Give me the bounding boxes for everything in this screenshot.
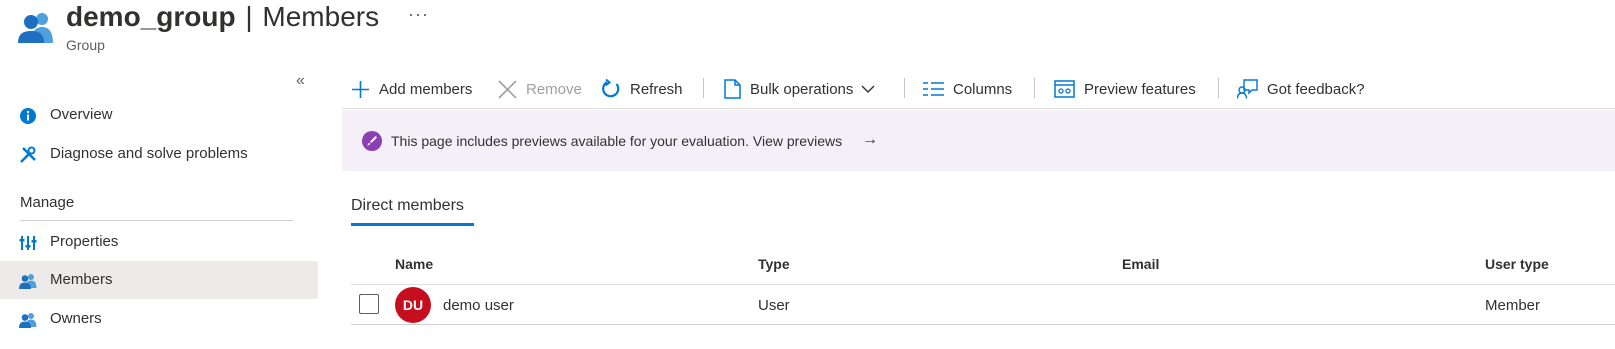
chevron-down-icon — [861, 85, 875, 93]
refresh-button[interactable]: Refresh — [601, 76, 683, 102]
divider — [20, 220, 293, 221]
column-header-email[interactable]: Email — [1122, 256, 1159, 272]
remove-label: Remove — [526, 80, 582, 98]
divider — [351, 324, 1615, 325]
group-icon — [18, 10, 54, 44]
columns-button[interactable]: Columns — [923, 76, 1012, 102]
sidebar-item-label: Owners — [50, 310, 102, 327]
sidebar-item-owners[interactable]: Owners — [0, 300, 318, 338]
sidebar-item-label: Properties — [50, 233, 119, 250]
title-separator: | — [245, 1, 253, 32]
wrench-icon — [19, 146, 37, 164]
properties-icon — [19, 234, 37, 252]
members-icon — [19, 272, 37, 290]
avatar: DU — [395, 287, 431, 323]
refresh-icon — [602, 79, 620, 98]
feedback-label: Got feedback? — [1267, 80, 1365, 98]
tab-direct-members[interactable]: Direct members — [351, 197, 464, 215]
banner-text[interactable]: This page includes previews available fo… — [391, 133, 842, 149]
group-name: demo_group — [66, 1, 236, 32]
divider — [351, 284, 1615, 285]
sidebar-item-label: Overview — [50, 106, 113, 123]
sidebar-item-label: Members — [50, 271, 113, 288]
member-user-type: Member — [1485, 297, 1541, 314]
columns-label: Columns — [953, 80, 1013, 98]
rocket-icon — [362, 131, 382, 156]
collapse-sidebar-button[interactable]: « — [296, 72, 305, 90]
preview-features-button[interactable]: Preview features — [1054, 76, 1196, 102]
remove-button[interactable]: Remove — [498, 76, 582, 102]
feedback-icon — [1237, 79, 1258, 99]
sidebar-item-members[interactable]: Members — [0, 261, 318, 299]
add-members-label: Add members — [379, 80, 473, 98]
owners-icon — [19, 311, 37, 329]
sidebar-item-label: Diagnose and solve problems — [50, 145, 248, 162]
refresh-label: Refresh — [630, 80, 683, 98]
sidebar-item-properties[interactable]: Properties — [0, 223, 318, 261]
page-subtitle: Group — [66, 37, 105, 53]
divider — [342, 108, 1615, 109]
feedback-button[interactable]: Got feedback? — [1237, 76, 1365, 102]
row-checkbox[interactable] — [359, 294, 379, 314]
toolbar-divider — [1218, 78, 1219, 98]
section-name: Members — [262, 1, 380, 32]
document-icon — [724, 79, 741, 99]
column-header-user-type[interactable]: User type — [1485, 256, 1549, 272]
more-options-button[interactable]: ··· — [408, 4, 429, 25]
preview-icon — [1054, 80, 1075, 98]
toolbar-divider — [1034, 78, 1035, 98]
info-icon — [19, 107, 37, 125]
sidebar-item-diagnose[interactable]: Diagnose and solve problems — [0, 135, 318, 173]
tab-underline — [351, 223, 474, 226]
sidebar-item-overview[interactable]: Overview — [0, 96, 318, 134]
toolbar-divider — [703, 78, 704, 98]
member-name[interactable]: demo user — [443, 297, 514, 314]
column-header-name[interactable]: Name — [395, 256, 433, 272]
arrow-right-icon[interactable]: → — [862, 131, 878, 149]
add-members-button[interactable]: Add members — [351, 76, 472, 102]
manage-section-heading: Manage — [20, 194, 75, 211]
toolbar-divider — [904, 78, 905, 98]
preview-features-label: Preview features — [1084, 80, 1196, 98]
column-header-type[interactable]: Type — [758, 256, 790, 272]
close-icon — [498, 79, 517, 99]
page-title: demo_group | Members — [66, 0, 379, 34]
plus-icon — [352, 80, 369, 98]
columns-icon — [923, 82, 944, 96]
member-type: User — [758, 297, 790, 314]
bulk-operations-label: Bulk operations — [750, 80, 854, 98]
bulk-operations-button[interactable]: Bulk operations — [724, 76, 875, 102]
